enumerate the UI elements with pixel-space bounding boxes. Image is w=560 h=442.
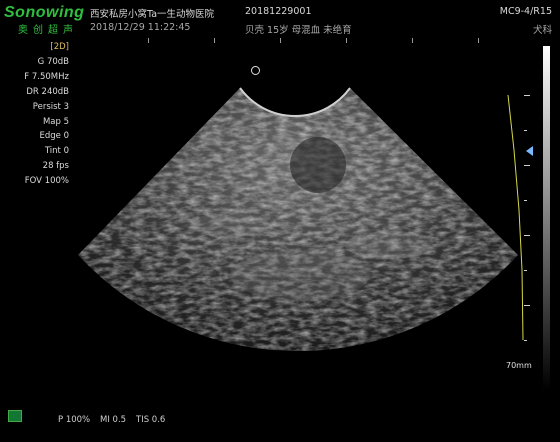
orientation-marker-icon bbox=[251, 66, 260, 75]
depth-ruler bbox=[524, 95, 530, 345]
thermal-index: TIS 0.6 bbox=[136, 415, 166, 425]
acoustic-power: P 100% bbox=[58, 415, 91, 425]
probe-icon bbox=[8, 410, 22, 422]
ultrasound-image bbox=[78, 87, 524, 352]
mechanical-index: MI 0.5 bbox=[100, 415, 127, 425]
grayscale-bar bbox=[543, 46, 550, 390]
depth-label: 70mm bbox=[506, 361, 532, 370]
focus-triangle-icon[interactable] bbox=[526, 146, 533, 156]
